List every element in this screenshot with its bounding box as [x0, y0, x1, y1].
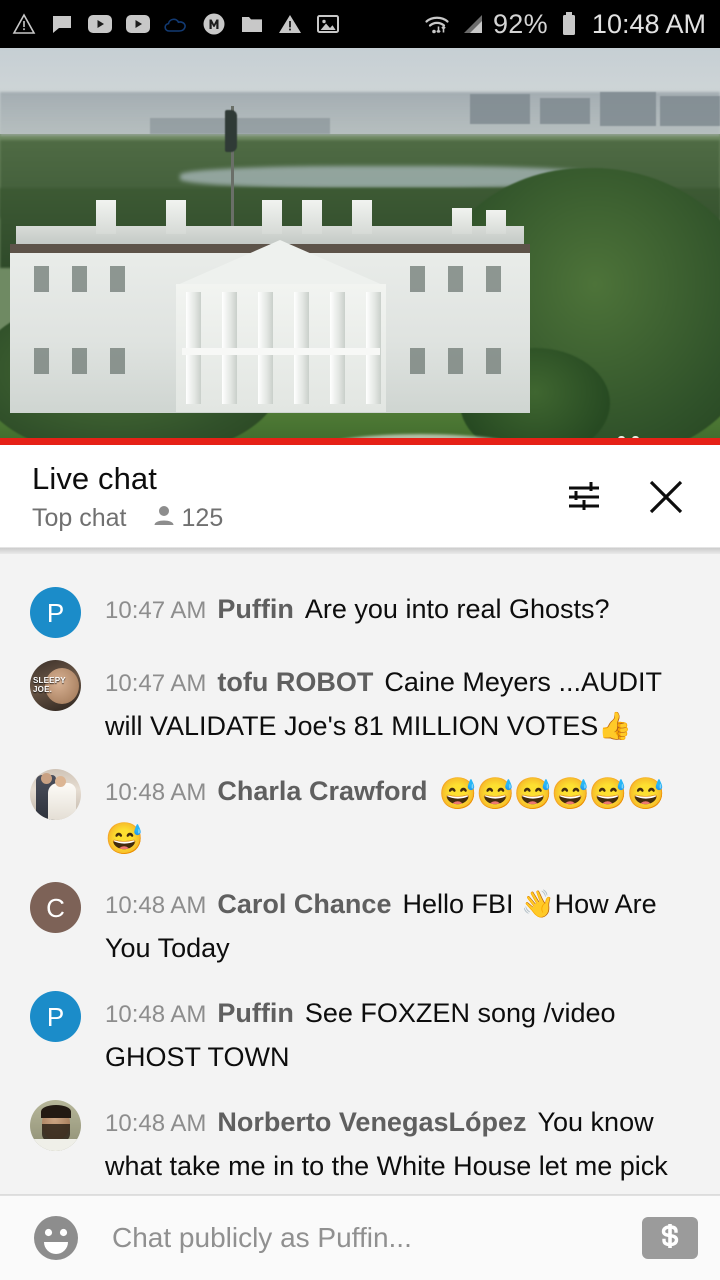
avatar[interactable]: [30, 1100, 81, 1151]
video-progress-bar[interactable]: [0, 438, 720, 445]
chat-message-row[interactable]: C 10:48 AM Carol Chance Hello FBI 👋How Are…: [0, 871, 720, 980]
chat-message-list[interactable]: g g P 10:47 AM Puffin Are you into real Gh…: [0, 548, 720, 1195]
message-timestamp: 10:48 AM: [105, 1110, 207, 1137]
message-author[interactable]: tofu ROBOT: [217, 667, 373, 697]
status-bar-notification-icons: [10, 10, 423, 38]
m-circle-icon: [200, 10, 228, 38]
folder-icon: [238, 10, 266, 38]
chat-message-row[interactable]: 10:48 AM Charla Crawford 😅😅😅😅😅😅😅: [0, 758, 720, 871]
signal-bars-icon: [458, 10, 486, 38]
close-icon[interactable]: [634, 465, 698, 529]
avatar-photo-detail-3: [34, 1139, 78, 1151]
list-bottom-divider: [0, 1194, 720, 1195]
youtube-play-icon: [86, 10, 114, 38]
message-timestamp: 10:47 AM: [105, 670, 207, 697]
youtube-play-icon-2: [124, 10, 152, 38]
chat-message-body: 10:48 AM Puffin See FOXZEN song /video GHO…: [105, 991, 698, 1078]
avatar-initial: P: [46, 1001, 65, 1032]
message-timestamp: 10:48 AM: [105, 1001, 207, 1028]
message-author[interactable]: Charla Crawford: [217, 776, 427, 806]
chat-message-row[interactable]: 10:48 AM Norberto VenegasLópez You know wh…: [0, 1089, 720, 1195]
chat-message-body: 10:48 AM Carol Chance Hello FBI 👋How Are Y…: [105, 882, 698, 969]
battery-icon: [555, 10, 583, 38]
warning-outline-icon: [10, 10, 38, 38]
avatar-initial: P: [46, 597, 65, 628]
chat-message-body: 10:47 AM Puffin Are you into real Ghosts?: [105, 587, 698, 632]
chat-title-group: Live chat Top chat 125: [32, 461, 552, 533]
message-author[interactable]: Carol Chance: [217, 889, 391, 919]
message-timestamp: 10:48 AM: [105, 779, 207, 806]
avatar-photo-label: SLEEPY JOE.: [33, 676, 66, 694]
chat-message-body: 10:48 AM Norberto VenegasLópez You know wh…: [105, 1100, 698, 1195]
chat-input-bar[interactable]: Chat publicly as Puffin...: [0, 1195, 720, 1280]
avatar-initial: C: [46, 892, 65, 923]
avatar-photo-detail-3: [55, 776, 66, 787]
message-timestamp: 10:47 AM: [105, 597, 207, 624]
avatar[interactable]: C: [30, 882, 81, 933]
chat-message-body: 10:47 AM tofu ROBOT Caine Meyers ...AUDIT …: [105, 660, 698, 747]
chat-mode-label[interactable]: Top chat: [32, 504, 127, 532]
status-bar-system-icons: 92% 10:48 AM: [423, 9, 706, 40]
superchat-button[interactable]: [642, 1217, 698, 1259]
chat-message-row[interactable]: P 10:47 AM Puffin Are you into real Ghosts…: [0, 576, 720, 649]
avatar-photo-detail-2: [41, 773, 52, 784]
message-author[interactable]: Puffin: [217, 594, 293, 624]
battery-percent: 92%: [492, 8, 548, 39]
youtube-live-chat-screen: 92% 10:48 AM Live chat Top chat 125 P 10…: [0, 0, 720, 1280]
viewer-count: 125: [181, 503, 224, 532]
avatar[interactable]: P: [30, 587, 81, 638]
page-title: Live chat: [32, 460, 157, 496]
viewer-count-group: 125: [153, 503, 224, 533]
message-timestamp: 10:48 AM: [105, 892, 207, 919]
live-chat-header: Live chat Top chat 125: [0, 445, 720, 548]
warning-filled-icon: [276, 10, 304, 38]
chat-message-body: 10:48 AM Charla Crawford 😅😅😅😅😅😅😅: [105, 769, 698, 860]
avatar-photo-detail: [41, 1105, 71, 1118]
emoji-smiley-icon[interactable]: [30, 1212, 82, 1264]
cloud-icon: [162, 10, 190, 38]
chat-subheader: Top chat 125: [32, 504, 552, 533]
wifi-data-icon: [423, 10, 451, 38]
message-author[interactable]: Norberto VenegasLópez: [217, 1107, 526, 1137]
message-author[interactable]: Puffin: [217, 998, 293, 1028]
clipped-message-row: g g: [0, 554, 720, 576]
video-player[interactable]: [0, 48, 720, 445]
video-frame-whitehouse: [0, 48, 720, 445]
image-icon: [314, 10, 342, 38]
chat-message-row[interactable]: SLEEPY JOE. 10:47 AM tofu ROBOT Caine Meye…: [0, 649, 720, 758]
tune-icon[interactable]: [552, 465, 616, 529]
message-text: Are you into real Ghosts?: [304, 594, 610, 624]
chat-input-field[interactable]: Chat publicly as Puffin...: [112, 1222, 642, 1254]
person-icon: [153, 504, 175, 533]
avatar[interactable]: P: [30, 991, 81, 1042]
status-bar: 92% 10:48 AM: [0, 0, 720, 48]
avatar[interactable]: [30, 769, 81, 820]
chat-message-row[interactable]: P 10:48 AM Puffin See FOXZEN song /video G…: [0, 980, 720, 1089]
avatar-photo-detail: [48, 783, 76, 820]
chat-bubble-icon: [48, 10, 76, 38]
avatar[interactable]: SLEEPY JOE.: [30, 660, 81, 711]
status-bar-clock: 10:48 AM: [591, 8, 706, 39]
dollar-sign-icon: [655, 1221, 685, 1256]
